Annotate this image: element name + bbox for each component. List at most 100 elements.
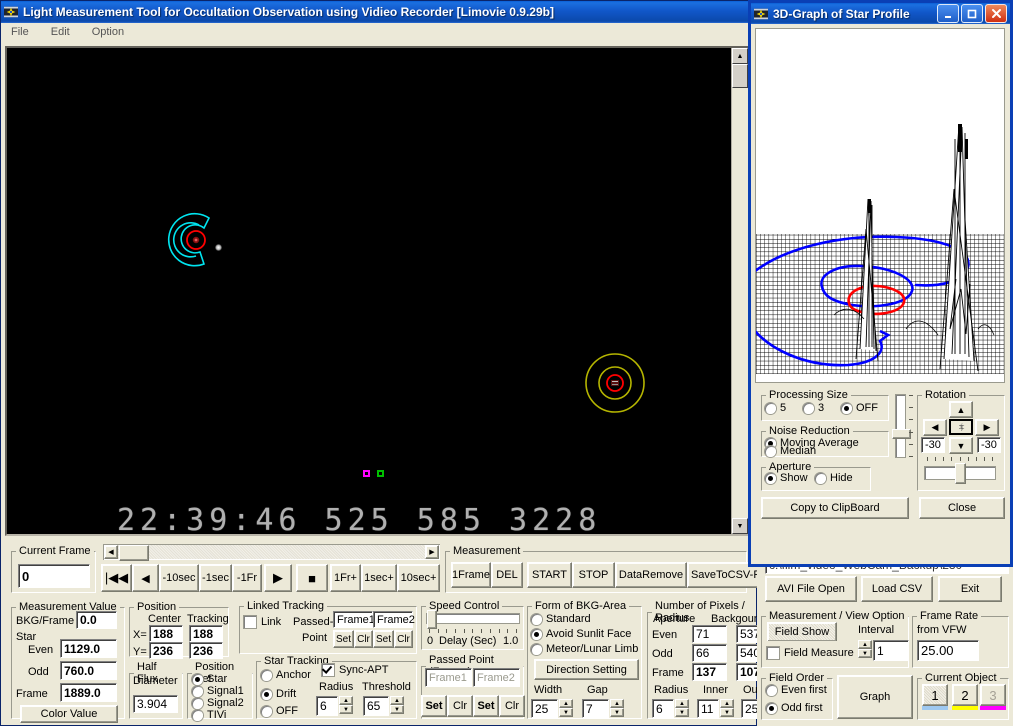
radius-spin-up[interactable]: ▲ [675, 699, 689, 708]
direction-setting-button[interactable]: Direction Setting [534, 659, 639, 680]
maximize-icon[interactable] [961, 4, 983, 23]
inner-radius-spin-up[interactable]: ▲ [720, 699, 734, 708]
speed-slider-thumb[interactable] [427, 610, 437, 629]
transport-back1frame-button[interactable]: -1Fr [232, 564, 262, 592]
bkg-meteor-limb-radio[interactable]: Meteor/Lunar Limb [531, 643, 638, 655]
transport-back10sec-button[interactable]: -10sec [159, 564, 199, 592]
passed-set1-button[interactable]: Set [421, 695, 447, 717]
transport-prev-button[interactable]: ◀ [132, 564, 159, 592]
scroll-up-button[interactable]: ▲ [732, 48, 748, 64]
transport-back1sec-button[interactable]: -1sec [199, 564, 232, 592]
star-tracking-off-radio[interactable]: OFF [261, 705, 298, 717]
video-display[interactable]: 22:39:46 525 585 3228 [7, 48, 734, 534]
inner-radius-spinner[interactable]: ▲ ▼ [720, 699, 734, 717]
frame-scroll-right-button[interactable]: ▶ [425, 545, 439, 559]
menu-item-option[interactable]: Option [88, 25, 128, 39]
transport-play-button[interactable]: ▶ [264, 564, 292, 592]
star-tracking-anchor-radio[interactable]: Anchor [261, 669, 311, 681]
linked-set2-button[interactable]: Set [373, 630, 394, 648]
interval-spin-up[interactable]: ▲ [858, 640, 872, 649]
color-value-button[interactable]: Color Value [20, 705, 118, 723]
field-show-tab[interactable]: Field Show [767, 622, 837, 641]
link-checkbox[interactable]: Link [244, 616, 281, 628]
scroll-thumb[interactable] [732, 64, 748, 88]
graph3d-titlebar[interactable]: 3D-Graph of Star Profile [751, 3, 1010, 24]
field-measure-checkbox[interactable]: Field Measure [767, 647, 854, 659]
measure-1frame-button[interactable]: 1Frame [451, 562, 491, 588]
bkg-width-spin-up[interactable]: ▲ [559, 699, 573, 708]
transport-fwd1frame-button[interactable]: 1Fr+ [330, 564, 361, 592]
star-profile-3d-plot[interactable] [755, 28, 1005, 383]
radius-spinner[interactable]: ▲ ▼ [675, 699, 689, 717]
bkg-width-spinner[interactable]: ▲ ▼ [559, 699, 573, 717]
video-vertical-scrollbar[interactable]: ▲ ▼ [731, 48, 748, 534]
tracking-threshold-spinner[interactable]: ▲ ▼ [390, 696, 404, 714]
bkg-gap-spin-up[interactable]: ▲ [610, 699, 624, 708]
passed-clr1-button[interactable]: Clr [447, 695, 473, 717]
tracking-radius-spin-down[interactable]: ▼ [339, 705, 353, 714]
frame-scroll-left-button[interactable]: ◀ [104, 545, 118, 559]
menu-item-edit[interactable]: Edit [47, 25, 74, 39]
tracking-threshold-spin-up[interactable]: ▲ [390, 696, 404, 705]
measure-dataremove-button[interactable]: DataRemove [615, 562, 687, 588]
transport-fwd10sec-button[interactable]: 10sec+ [397, 564, 440, 592]
linked-set1-button[interactable]: Set [333, 630, 354, 648]
frame-scrollbar[interactable]: ◀ ▶ [103, 544, 440, 561]
processing-size-5-radio[interactable]: 5 [765, 402, 786, 414]
passed-set2-button[interactable]: Set [473, 695, 499, 717]
rotate-down-button[interactable]: ▼ [949, 437, 973, 454]
speed-slider-track[interactable] [427, 614, 519, 623]
transport-first-button[interactable]: |◀◀ [101, 564, 132, 592]
measure-start-button[interactable]: START [527, 562, 572, 588]
bkg-gap-spin-down[interactable]: ▼ [610, 708, 624, 717]
inner-radius-value[interactable]: 11 [697, 699, 719, 718]
bkg-standard-radio[interactable]: Standard [531, 613, 591, 625]
radius-value[interactable]: 6 [652, 699, 674, 718]
aperture-show-radio[interactable]: Show [765, 472, 808, 484]
position-set-tivi-radio[interactable]: TIVi [192, 709, 226, 721]
linked-clr1-button[interactable]: Clr [354, 630, 373, 648]
graph-button[interactable]: Graph [837, 675, 913, 719]
tracking-radius-spinner[interactable]: ▲ ▼ [339, 696, 353, 714]
close-button[interactable]: Close [919, 497, 1005, 519]
noise-reduction-median-radio[interactable]: Median [765, 445, 816, 457]
interval-spin-down[interactable]: ▼ [858, 649, 872, 658]
rotate-reset-button[interactable]: ::tj:: [949, 419, 973, 435]
passed-frame1-field[interactable]: Frame1 [425, 668, 472, 687]
rotate-up-button[interactable]: ▲ [949, 401, 973, 418]
sync-apt-checkbox[interactable]: Sync-APT [322, 664, 389, 676]
position-set-signal1-radio[interactable]: Signal1 [192, 685, 244, 697]
measure-del-button[interactable]: DEL [491, 562, 523, 588]
position-set-star-radio[interactable]: Star [192, 673, 227, 685]
load-csv-button[interactable]: Load CSV [861, 576, 933, 602]
bkg-width-spin-down[interactable]: ▼ [559, 708, 573, 717]
current-frame-value[interactable]: 0 [18, 564, 90, 588]
bkg-width-value[interactable]: 25 [531, 699, 558, 718]
current-object-tab-1[interactable]: 1 [922, 684, 948, 706]
aperture-hide-radio[interactable]: Hide [815, 472, 853, 484]
field-order-even-first-radio[interactable]: Even first [766, 684, 827, 696]
passed-clr2-button[interactable]: Clr [499, 695, 525, 717]
exit-button[interactable]: Exit [938, 576, 1002, 602]
processing-size-off-radio[interactable]: OFF [841, 402, 878, 414]
interval-value[interactable]: 1 [873, 640, 909, 661]
rotate-right-button[interactable]: ▶ [975, 419, 999, 436]
current-object-tab-2[interactable]: 2 [952, 684, 978, 706]
frame-scroll-thumb[interactable] [119, 545, 149, 561]
avi-file-open-button[interactable]: AVI File Open [765, 576, 857, 602]
radius-spin-down[interactable]: ▼ [675, 708, 689, 717]
tracking-radius-value[interactable]: 6 [316, 696, 338, 716]
transport-stop-button[interactable]: ■ [296, 564, 328, 592]
tracking-threshold-value[interactable]: 65 [363, 696, 389, 716]
passed-frame2-field[interactable]: Frame2 [473, 668, 520, 687]
measure-stop-button[interactable]: STOP [572, 562, 615, 588]
position-set-signal2-radio[interactable]: Signal2 [192, 697, 244, 709]
inner-radius-spin-down[interactable]: ▼ [720, 708, 734, 717]
star-tracking-drift-radio[interactable]: Drift [261, 688, 296, 700]
linked-clr2-button[interactable]: Clr [394, 630, 413, 648]
menu-item-file[interactable]: File [7, 25, 33, 39]
bkg-avoid-sunlit-radio[interactable]: Avoid Sunlit Face [531, 628, 631, 640]
height-slider-track[interactable] [896, 395, 905, 457]
transport-fwd1sec-button[interactable]: 1sec+ [361, 564, 397, 592]
minimize-icon[interactable] [937, 4, 959, 23]
